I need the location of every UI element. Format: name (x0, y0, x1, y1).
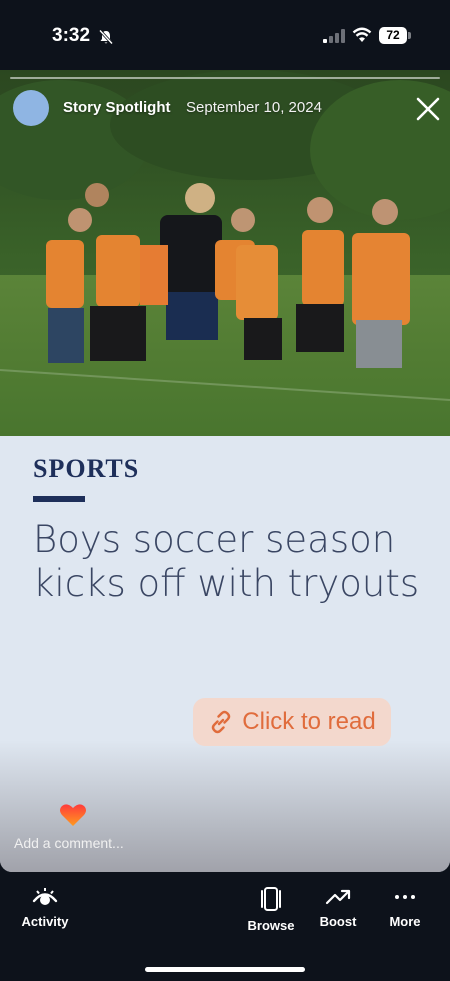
tab-more[interactable]: More (365, 886, 445, 929)
avatar[interactable] (13, 90, 49, 126)
tab-activity-label: Activity (21, 914, 69, 929)
click-to-read-label: Click to read (242, 708, 376, 735)
tab-boost-label: Boost (319, 914, 357, 929)
link-icon (212, 710, 231, 734)
section-label: SPORTS (33, 454, 140, 483)
heart-reaction-icon[interactable] (59, 803, 87, 827)
tab-browse-label: Browse (247, 918, 295, 933)
bell-muted-icon (98, 29, 114, 45)
wifi-icon (352, 27, 372, 42)
story-card[interactable]: Story Spotlight September 10, 2024 SPORT… (0, 70, 450, 872)
story-progress-bar (10, 77, 440, 79)
section-divider (33, 496, 85, 502)
signal-icon (323, 29, 345, 43)
story-title: Story Spotlight (63, 99, 171, 116)
tab-more-label: More (389, 914, 421, 929)
status-bar: 3:32 72 (0, 0, 450, 70)
battery-indicator: 72 (379, 27, 407, 44)
battery-tip (408, 32, 411, 39)
tab-activity[interactable]: Activity (5, 886, 85, 929)
close-icon[interactable] (414, 95, 442, 123)
story-date: September 10, 2024 (186, 99, 322, 116)
trend-up-icon (325, 889, 351, 905)
bottom-tab-bar: Activity Browse Boost More (0, 872, 450, 981)
eye-icon (32, 888, 58, 905)
cards-icon (261, 887, 281, 911)
comment-input[interactable]: Add a comment... (14, 835, 124, 851)
click-to-read-button[interactable]: Click to read (193, 698, 391, 746)
home-indicator[interactable] (145, 967, 305, 972)
story-headline: Boys soccer season kicks off with tryout… (33, 518, 420, 605)
ellipsis-icon (395, 895, 415, 899)
story-photo (0, 70, 450, 436)
status-time: 3:32 (52, 25, 91, 46)
